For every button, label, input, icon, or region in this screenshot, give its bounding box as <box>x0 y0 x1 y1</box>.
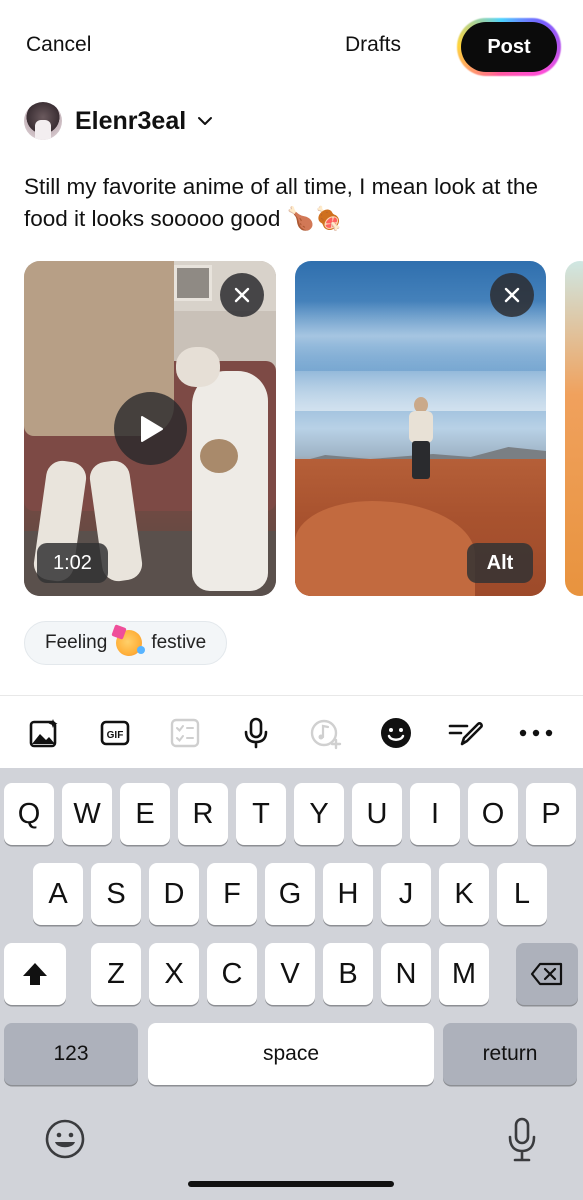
key-y[interactable]: Y <box>294 783 344 845</box>
key-m[interactable]: M <box>439 943 489 1005</box>
image-add-icon <box>29 719 58 748</box>
chevron-down-icon <box>198 117 213 125</box>
gif-button[interactable]: GIF <box>95 713 135 753</box>
key-a[interactable]: A <box>33 863 83 925</box>
microphone-icon <box>244 717 268 749</box>
media-attachment-image[interactable]: Alt <box>295 261 546 596</box>
key-u[interactable]: U <box>352 783 402 845</box>
backspace-icon <box>530 962 563 986</box>
draw-button[interactable] <box>446 713 486 753</box>
key-e[interactable]: E <box>120 783 170 845</box>
emoji-keyboard-icon <box>45 1119 85 1159</box>
account-selector[interactable]: Elenr3eal <box>24 100 214 142</box>
key-z[interactable]: Z <box>91 943 141 1005</box>
play-icon <box>140 415 163 442</box>
key-j[interactable]: J <box>381 863 431 925</box>
feeling-value: festive <box>151 632 207 653</box>
shift-key[interactable] <box>4 943 66 1005</box>
return-key[interactable]: return <box>443 1023 577 1085</box>
feeling-chip[interactable]: Feeling festive <box>24 621 228 665</box>
draw-icon <box>448 722 483 746</box>
key-k[interactable]: K <box>439 863 489 925</box>
scene-dog-head <box>176 347 220 387</box>
key-r[interactable]: R <box>178 783 228 845</box>
shift-icon <box>23 963 47 985</box>
dictation-button[interactable] <box>500 1114 544 1166</box>
key-s[interactable]: S <box>91 863 141 925</box>
key-p[interactable]: P <box>526 783 576 845</box>
compose-toolbar: GIF <box>0 700 583 766</box>
svg-text:GIF: GIF <box>107 730 124 741</box>
more-icon <box>519 729 553 737</box>
emoji-keyboard-button[interactable] <box>42 1116 88 1162</box>
play-button[interactable] <box>114 392 187 465</box>
drafts-button[interactable]: Drafts <box>345 33 401 57</box>
more-button[interactable] <box>516 713 556 753</box>
music-add-icon <box>310 719 342 750</box>
media-attachment-video[interactable]: 1:02 <box>24 261 276 596</box>
key-c[interactable]: C <box>207 943 257 1005</box>
gif-icon: GIF <box>100 720 130 746</box>
scene-person-shirt <box>409 411 433 443</box>
divider <box>0 695 583 696</box>
remove-media-button[interactable] <box>490 273 534 317</box>
key-g[interactable]: G <box>265 863 315 925</box>
checklist-icon <box>170 718 200 748</box>
add-media-button[interactable] <box>24 713 64 753</box>
key-n[interactable]: N <box>381 943 431 1005</box>
key-i[interactable]: I <box>410 783 460 845</box>
scene-frame <box>174 265 212 301</box>
avatar <box>24 102 62 140</box>
scene-person-legs <box>412 441 430 479</box>
backspace-key[interactable] <box>516 943 578 1005</box>
space-key[interactable]: space <box>148 1023 434 1085</box>
video-duration-badge: 1:02 <box>37 543 108 583</box>
media-attachment-partial[interactable] <box>565 261 583 596</box>
key-x[interactable]: X <box>149 943 199 1005</box>
key-o[interactable]: O <box>468 783 518 845</box>
close-icon <box>504 287 520 303</box>
post-button[interactable]: Post <box>461 22 557 72</box>
key-t[interactable]: T <box>236 783 286 845</box>
scene-dog-spot <box>200 439 238 473</box>
cancel-button[interactable]: Cancel <box>26 33 91 57</box>
alt-text-button[interactable]: Alt <box>467 543 533 583</box>
home-indicator <box>188 1181 394 1187</box>
key-l[interactable]: L <box>497 863 547 925</box>
key-b[interactable]: B <box>323 943 373 1005</box>
voice-button[interactable] <box>236 713 276 753</box>
emoji-icon <box>381 718 411 748</box>
numbers-key[interactable]: 123 <box>4 1023 138 1085</box>
key-d[interactable]: D <box>149 863 199 925</box>
party-face-icon <box>116 630 146 656</box>
key-f[interactable]: F <box>207 863 257 925</box>
key-q[interactable]: Q <box>4 783 54 845</box>
feeling-prefix: Feeling <box>45 632 108 653</box>
dictation-microphone-icon <box>508 1117 536 1162</box>
remove-media-button[interactable] <box>220 273 264 317</box>
key-w[interactable]: W <box>62 783 112 845</box>
post-text-input[interactable]: Still my favorite anime of all time, I m… <box>24 171 554 235</box>
scene-dog <box>192 371 268 591</box>
emoji-button[interactable] <box>376 713 416 753</box>
poll-button <box>165 713 205 753</box>
close-icon <box>234 287 250 303</box>
music-button <box>306 713 346 753</box>
header: Cancel Drafts Post <box>0 0 583 92</box>
account-username: Elenr3eal <box>75 106 187 135</box>
key-v[interactable]: V <box>265 943 315 1005</box>
key-h[interactable]: H <box>323 863 373 925</box>
